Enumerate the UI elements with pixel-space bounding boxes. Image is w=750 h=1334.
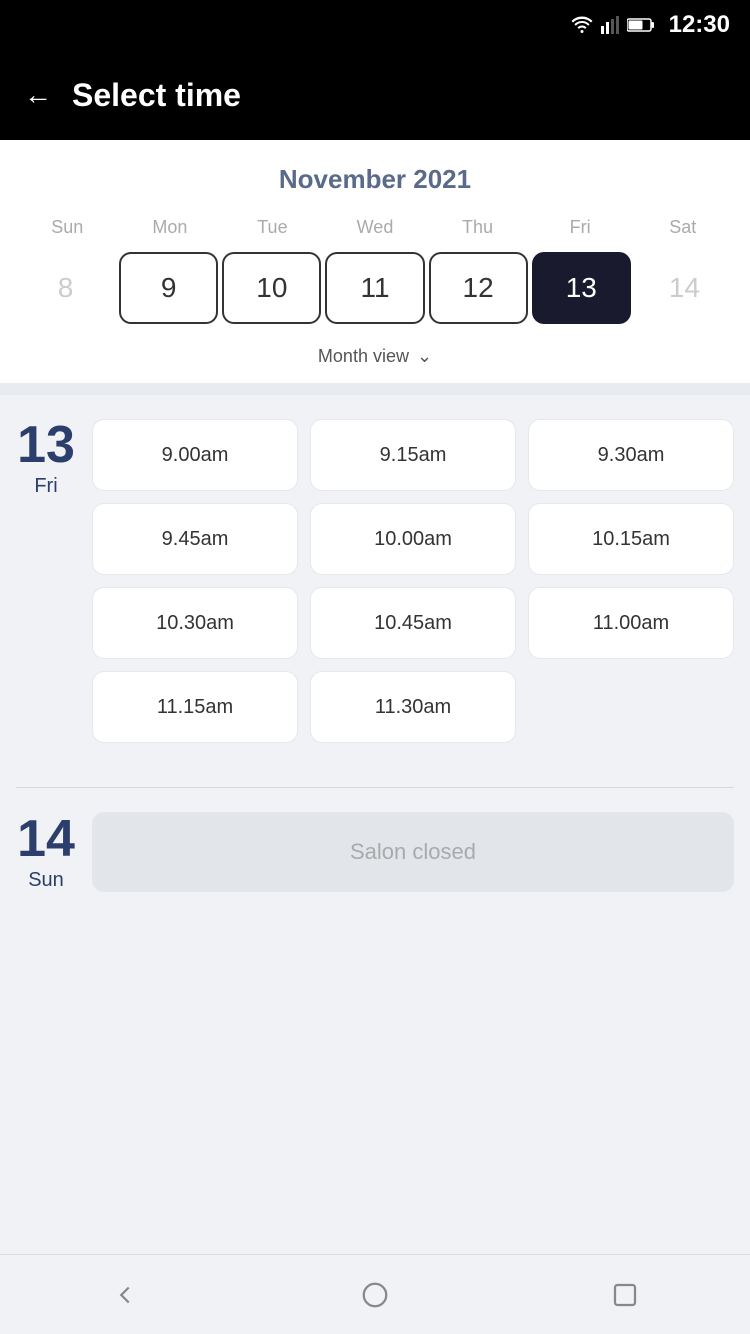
date-cell-14[interactable]: 14 xyxy=(635,252,734,324)
calendar-section: November 2021 Sun Mon Tue Wed Thu Fri Sa… xyxy=(0,140,750,383)
time-slot-945am[interactable]: 9.45am xyxy=(92,503,298,575)
day-header-tue: Tue xyxy=(221,211,324,244)
battery-icon xyxy=(627,17,655,33)
month-view-label: Month view xyxy=(318,346,409,367)
time-slot-1015am[interactable]: 10.15am xyxy=(528,503,734,575)
salon-closed-banner: Salon closed xyxy=(92,812,734,892)
status-time: 12:30 xyxy=(669,11,730,39)
month-view-toggle[interactable]: Month view ⌄ xyxy=(16,336,734,383)
time-slot-1000am[interactable]: 10.00am xyxy=(310,503,516,575)
calendar-dates-row: 8 9 10 11 12 13 14 xyxy=(16,252,734,336)
day-header-wed: Wed xyxy=(324,211,427,244)
day-14-row: 14 Sun Salon closed xyxy=(16,812,734,892)
day-14-section: 14 Sun Salon closed xyxy=(0,788,750,916)
time-slot-915am[interactable]: 9.15am xyxy=(310,419,516,491)
salon-closed-label: Salon closed xyxy=(350,839,476,865)
date-cell-12[interactable]: 12 xyxy=(429,252,528,324)
date-cell-9[interactable]: 9 xyxy=(119,252,218,324)
time-slot-930am[interactable]: 9.30am xyxy=(528,419,734,491)
time-slot-1100am[interactable]: 11.00am xyxy=(528,587,734,659)
day-13-date-block: 13 Fri xyxy=(16,419,76,498)
day-14-number: 14 xyxy=(17,813,75,865)
day-14-name: Sun xyxy=(28,869,64,892)
day-13-number: 13 xyxy=(17,419,75,471)
status-icons xyxy=(571,16,655,34)
signal-icon xyxy=(601,16,619,34)
nav-home-button[interactable] xyxy=(353,1273,397,1317)
month-year-label: November 2021 xyxy=(16,164,734,195)
day-header-thu: Thu xyxy=(426,211,529,244)
day-header-sun: Sun xyxy=(16,211,119,244)
day-13-name: Fri xyxy=(34,475,57,498)
recent-nav-icon xyxy=(610,1280,640,1310)
time-slot-1045am[interactable]: 10.45am xyxy=(310,587,516,659)
nav-back-button[interactable] xyxy=(103,1273,147,1317)
time-slots-grid: 9.00am 9.15am 9.30am 9.45am 10.00am 10.1… xyxy=(92,419,734,743)
day-13-section: 13 Fri 9.00am 9.15am 9.30am 9.45am 10.00… xyxy=(0,395,750,787)
status-bar: 12:30 xyxy=(0,0,750,50)
page-title: Select time xyxy=(72,77,241,114)
back-button[interactable]: ← xyxy=(24,79,52,111)
day-13-row: 13 Fri 9.00am 9.15am 9.30am 9.45am 10.00… xyxy=(16,419,734,743)
time-slot-1130am[interactable]: 11.30am xyxy=(310,671,516,743)
back-nav-icon xyxy=(110,1280,140,1310)
day-headers-row: Sun Mon Tue Wed Thu Fri Sat xyxy=(16,211,734,244)
date-cell-8[interactable]: 8 xyxy=(16,252,115,324)
date-cell-11[interactable]: 11 xyxy=(325,252,424,324)
date-cell-10[interactable]: 10 xyxy=(222,252,321,324)
chevron-down-icon: ⌄ xyxy=(417,346,432,367)
section-divider xyxy=(0,383,750,395)
time-slot-1030am[interactable]: 10.30am xyxy=(92,587,298,659)
day-header-mon: Mon xyxy=(119,211,222,244)
date-cell-13[interactable]: 13 xyxy=(532,252,631,324)
nav-recent-button[interactable] xyxy=(603,1273,647,1317)
home-nav-icon xyxy=(360,1280,390,1310)
time-slot-900am[interactable]: 9.00am xyxy=(92,419,298,491)
time-slot-1115am[interactable]: 11.15am xyxy=(92,671,298,743)
day-header-fri: Fri xyxy=(529,211,632,244)
app-header: ← Select time xyxy=(0,50,750,140)
bottom-nav xyxy=(0,1254,750,1334)
wifi-icon xyxy=(571,16,593,34)
day-header-sat: Sat xyxy=(631,211,734,244)
day-14-date-block: 14 Sun xyxy=(16,813,76,892)
